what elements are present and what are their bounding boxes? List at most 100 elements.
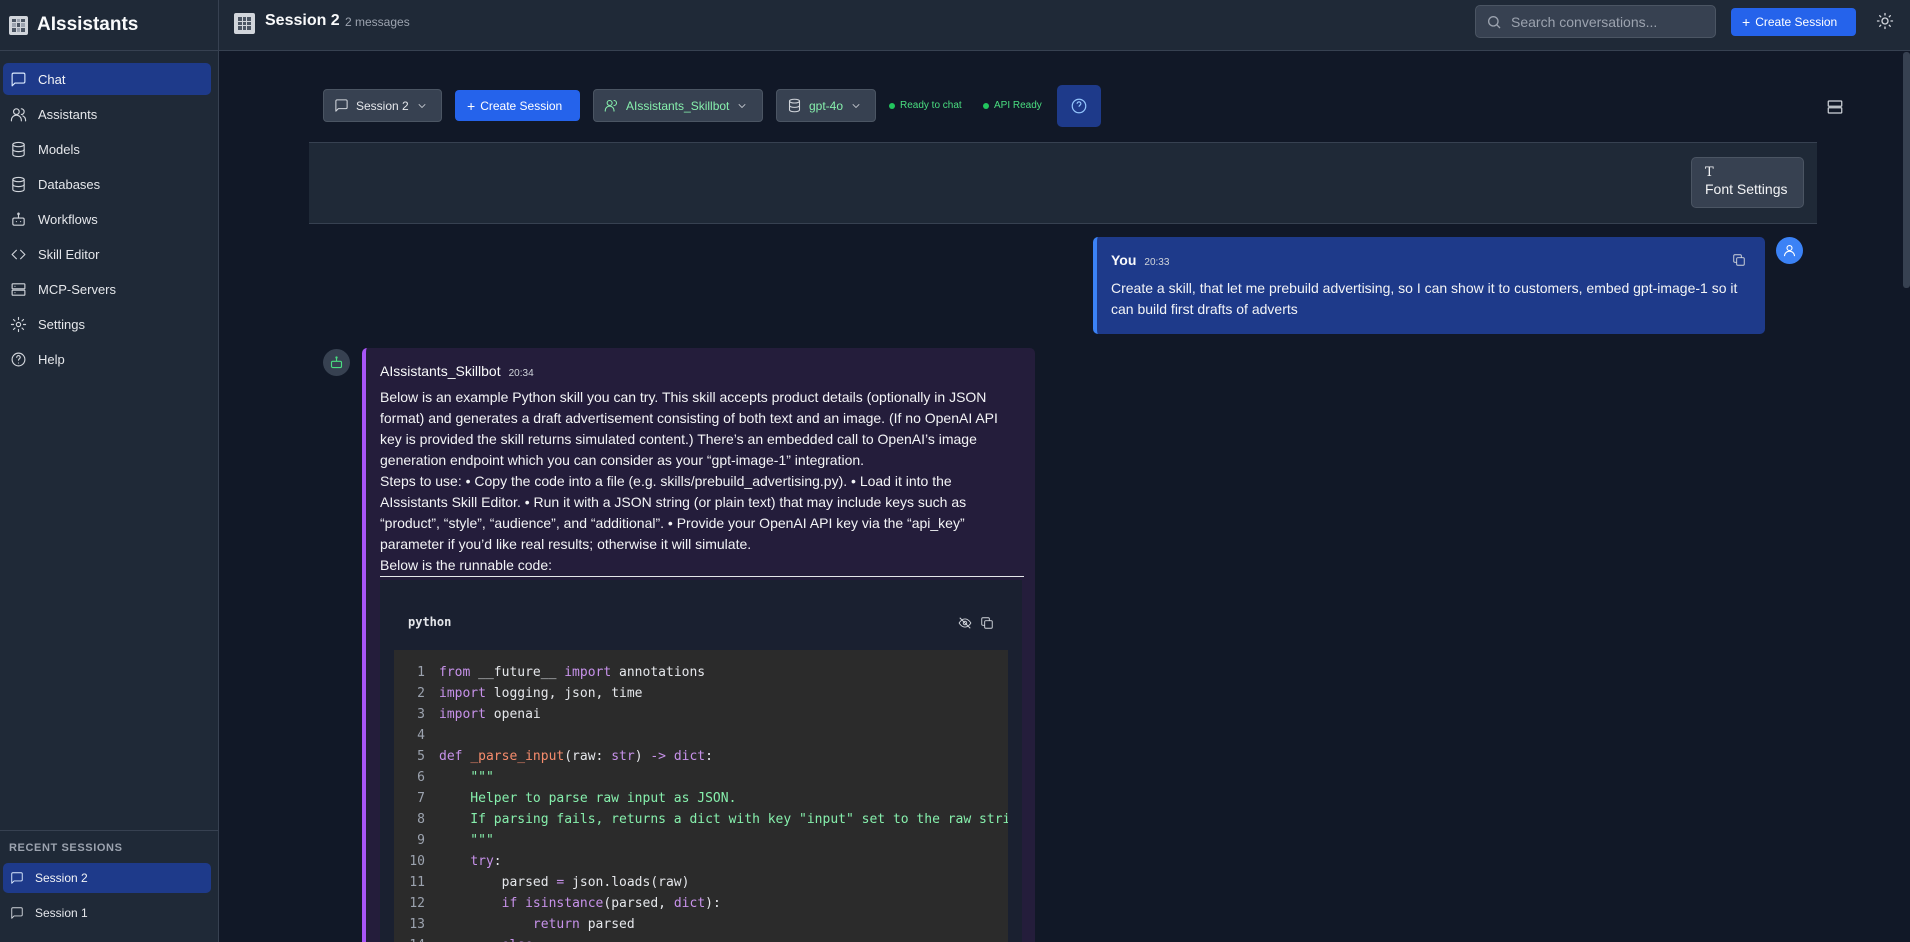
sidebar-item-skill-editor[interactable]: Skill Editor	[3, 238, 211, 270]
code-text: return parsed	[532, 917, 635, 932]
users-icon	[604, 99, 618, 112]
create-session-button[interactable]: + Create Session	[1731, 8, 1856, 36]
top-header: Session 2 2 messages + Create Session	[219, 0, 1910, 51]
sidebar-item-workflows[interactable]: Workflows	[3, 203, 211, 235]
sidebar-item-models[interactable]: Models	[3, 133, 211, 165]
create-session-label: Create Session	[1755, 15, 1838, 29]
line-number: 14	[394, 938, 439, 942]
code-text: import openai	[439, 707, 541, 722]
sidebar-item-label: Workflows	[38, 211, 98, 227]
sidebar-item-label: Models	[38, 141, 80, 157]
message-header: You 20:33	[1111, 252, 1747, 268]
line-number: 6	[417, 770, 425, 785]
code-line: 2 import logging, json, time	[394, 683, 1008, 704]
app-logo-icon	[9, 15, 28, 35]
line-number: 4	[417, 728, 425, 743]
font-icon: T	[1705, 165, 1714, 180]
code-line: 4	[394, 725, 1008, 746]
session-select[interactable]: Session 2	[323, 89, 442, 122]
model-select-label: gpt-4o	[809, 98, 844, 113]
line-number: 7	[417, 791, 425, 806]
database-icon	[12, 141, 25, 157]
sidebar-item-label: MCP-Servers	[38, 281, 117, 297]
code-line: 3 import openai	[394, 704, 1008, 725]
sidebar-item-mcp-servers[interactable]: MCP-Servers	[3, 273, 211, 305]
message-paragraph: Below is the runnable code:	[380, 555, 1024, 577]
sidebar-item-assistants[interactable]: Assistants	[3, 98, 211, 130]
help-icon	[1071, 98, 1087, 114]
code-text: """	[470, 770, 494, 785]
sidebar-item-databases[interactable]: Databases	[3, 168, 211, 200]
code-text: """	[439, 833, 494, 848]
sidebar-item-help[interactable]: Help	[3, 343, 211, 375]
code-line: 7 Helper to parse raw input as JSON.	[394, 788, 1008, 809]
sidebar-item-label: Skill Editor	[38, 246, 100, 262]
code-text: else:	[439, 938, 541, 942]
recent-session-item[interactable]: Session 1	[3, 898, 211, 928]
line-number: 12	[409, 896, 425, 911]
code-text: try:	[470, 854, 502, 869]
line-number: 5	[417, 749, 425, 764]
code-line: 6 """	[394, 767, 1008, 788]
search-box[interactable]	[1475, 5, 1716, 38]
code-area[interactable]: 1 from __future__ import annotations 2 impo…	[394, 650, 1008, 942]
sidebar-item-label: Help	[38, 351, 65, 367]
line-number: 9	[417, 833, 425, 848]
theme-toggle-sun-icon[interactable]	[1876, 12, 1894, 30]
sidebar-nav: Chat Assistants Models Databases Workflo…	[0, 51, 218, 375]
copy-code-icon[interactable]	[980, 616, 994, 630]
chat-icon	[335, 99, 348, 112]
sidebar-item-chat[interactable]: Chat	[3, 63, 211, 95]
status-api: API Ready	[983, 100, 1042, 111]
database-icon	[12, 176, 25, 192]
recent-session-item[interactable]: Session 2	[3, 863, 211, 893]
layout-toggle-icon[interactable]	[1826, 98, 1844, 116]
assistant-select[interactable]: AIssistants_Skillbot	[593, 89, 763, 122]
users-icon	[10, 107, 27, 121]
plus-icon: +	[467, 97, 476, 114]
copy-icon[interactable]	[1732, 253, 1746, 267]
code-text: parsed = json.loads(raw)	[439, 875, 690, 890]
line-number: 1	[417, 665, 425, 680]
font-settings-button[interactable]: T Font Settings	[1691, 157, 1804, 208]
code-text: from __future__ import annotations	[439, 665, 706, 680]
font-settings-label: Font Settings	[1705, 181, 1788, 197]
search-input[interactable]	[1511, 13, 1701, 30]
status-api-label: API Ready	[994, 100, 1042, 111]
assistant-select-label: AIssistants_Skillbot	[626, 98, 730, 113]
line-number: 10	[409, 854, 425, 869]
help-button[interactable]	[1057, 85, 1101, 127]
toolbar-create-session-button[interactable]: + Create Session	[455, 90, 580, 121]
code-text: import logging, json, time	[439, 686, 643, 701]
code-line: 9 """	[394, 830, 1008, 851]
assistant-message: AIssistants_Skillbot 20:34 Below is an e…	[362, 348, 1035, 942]
code-line: 8 If parsing fails, returns a dict with …	[394, 809, 1008, 830]
message-count: 2 messages	[345, 15, 410, 29]
line-number: 13	[409, 917, 425, 932]
model-select[interactable]: gpt-4o	[776, 89, 876, 122]
message-paragraph: Below is an example Python skill you can…	[380, 389, 998, 468]
page-title: Session 2	[265, 12, 340, 29]
chevron-down-icon	[738, 103, 746, 108]
sidebar-item-settings[interactable]: Settings	[3, 308, 211, 340]
create-session-label: Create Session	[480, 98, 563, 113]
session-icon	[234, 13, 255, 34]
plus-icon: +	[1742, 14, 1751, 30]
chat-icon	[11, 907, 23, 919]
code-language: python	[408, 615, 452, 629]
gear-icon	[10, 316, 27, 332]
code-line: 10 try:	[394, 851, 1008, 872]
session-select-label: Session 2	[356, 98, 409, 113]
bot-avatar	[323, 349, 350, 376]
code-block: python 1 from __future__ import annotatio…	[380, 580, 1022, 942]
help-icon	[11, 352, 26, 366]
brand: AIssistants	[0, 0, 218, 51]
user-message: You 20:33 Create a skill, that let me pr…	[1093, 237, 1765, 334]
recent-sessions-title: RECENT SESSIONS	[9, 842, 123, 854]
line-number: 3	[417, 707, 425, 722]
message-body: Create a skill, that let me prebuild adv…	[1111, 280, 1738, 317]
chevron-down-icon	[418, 103, 426, 108]
line-number: 11	[409, 875, 425, 890]
sidebar-item-label: Databases	[38, 176, 101, 192]
hide-code-icon[interactable]	[958, 616, 972, 630]
